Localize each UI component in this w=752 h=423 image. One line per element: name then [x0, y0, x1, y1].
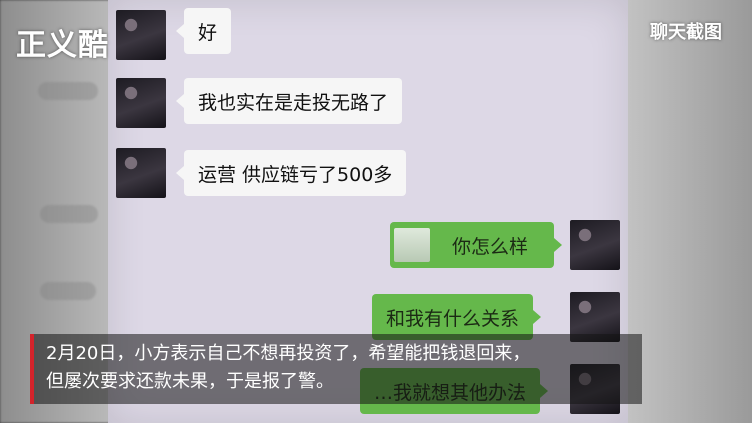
caption-line-1: 2月20日，小方表示自己不想再投资了，希望能把钱退回来， — [46, 343, 531, 364]
contact-avatar — [116, 78, 166, 128]
incoming-message: 运营 供应链亏了500多 — [175, 150, 407, 196]
incoming-message: 我也实在是走投无路了 — [175, 78, 403, 124]
user-avatar — [570, 220, 620, 270]
blurred-text — [40, 205, 98, 223]
caption-line-2: 但屡次要求还款未果，于是报了警。 — [46, 371, 334, 392]
outgoing-message: 你怎么样 — [390, 222, 562, 268]
news-caption: 2月20日，小方表示自己不想再投资了，希望能把钱退回来， 但屡次要求还款未果，于… — [30, 334, 642, 404]
blurred-text — [40, 282, 96, 300]
contact-avatar — [116, 148, 166, 198]
channel-logo: 正义酷 — [16, 28, 109, 63]
contact-avatar — [116, 10, 166, 60]
blurred-text — [38, 82, 98, 100]
image-thumbnail — [394, 228, 430, 262]
incoming-message: 好 — [175, 8, 232, 54]
screenshot-label: 聊天截图 — [650, 22, 722, 43]
outgoing-message-text: 你怎么样 — [452, 235, 529, 258]
